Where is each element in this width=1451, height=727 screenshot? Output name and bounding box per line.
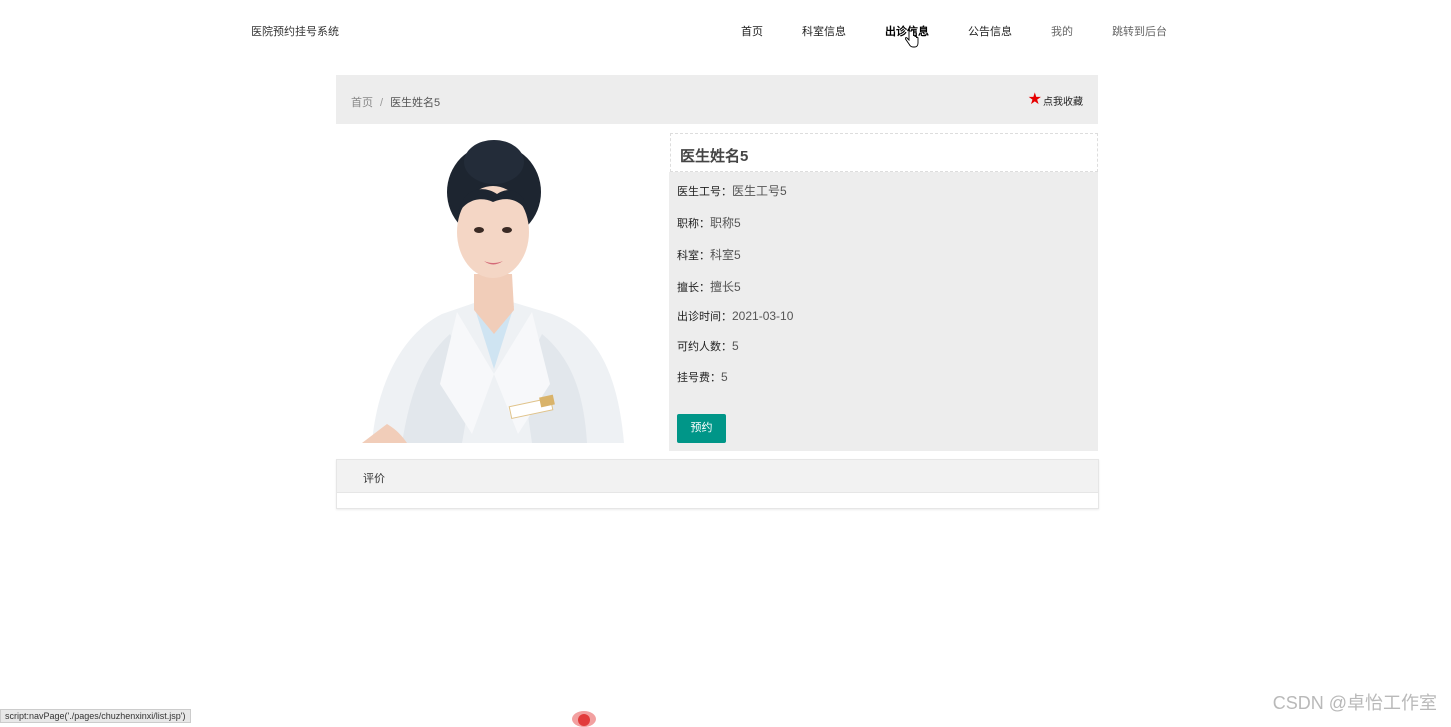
review-title: 评价 [363,473,385,485]
site-brand[interactable]: 医院预约挂号系统 [251,23,339,39]
watermark: CSDN @卓怡工作室 [1272,693,1437,713]
nav-admin[interactable]: 跳转到后台 [1112,23,1167,39]
star-icon: ★ [1027,91,1042,108]
breadcrumb-bar: 首页 / 医生姓名5 ★ 点我收藏 [336,75,1098,124]
breadcrumb: 首页 / 医生姓名5 [351,94,440,110]
field-department: 科室：科室5 [677,246,741,263]
doctor-photo [362,134,627,443]
review-card: 评价 [336,459,1099,509]
field-fee: 挂号费：5 [677,369,728,385]
top-nav: 首页 科室信息 出诊信息 公告信息 我的 跳转到后台 [741,23,1206,39]
field-label: 擅长： [677,282,710,294]
nav-announcements[interactable]: 公告信息 [968,23,1012,39]
field-value: 医生工号5 [732,184,787,198]
field-label: 科室： [677,250,710,262]
doctor-name: 医生姓名5 [680,148,749,165]
floating-record-icon [572,711,596,727]
breadcrumb-current: 医生姓名5 [390,97,441,109]
field-value: 5 [732,339,739,353]
field-capacity: 可约人数：5 [677,338,739,354]
field-label: 可约人数： [677,341,732,353]
doctor-title-box: 医生姓名5 [670,133,1098,172]
field-label: 医生工号： [677,186,732,198]
field-schedule-time: 出诊时间：2021-03-10 [677,308,793,324]
doctor-info-panel: 医生工号：医生工号5 职称：职称5 科室：科室5 擅长：擅长5 出诊时间：202… [669,172,1098,451]
field-title: 职称：职称5 [677,214,741,231]
field-label: 职称： [677,218,710,230]
nav-departments[interactable]: 科室信息 [802,23,846,39]
review-header: 评价 [337,460,1098,493]
book-button[interactable]: 预约 [677,414,726,443]
field-specialty: 擅长：擅长5 [677,278,741,295]
field-doctor-id: 医生工号：医生工号5 [677,182,787,199]
field-value: 科室5 [710,248,741,262]
favorite-button[interactable]: ★ 点我收藏 [1028,92,1083,108]
breadcrumb-separator: / [380,97,384,109]
field-value: 擅长5 [710,280,741,294]
field-label: 出诊时间： [677,311,732,323]
breadcrumb-home[interactable]: 首页 [351,97,373,109]
field-value: 职称5 [710,216,741,230]
favorite-label: 点我收藏 [1043,96,1083,108]
browser-status-bar: script:navPage('./pages/chuzhenxinxi/lis… [0,709,191,723]
field-value: 5 [721,370,728,384]
field-value: 2021-03-10 [732,309,794,323]
nav-home[interactable]: 首页 [741,23,763,39]
field-label: 挂号费： [677,372,721,384]
nav-mine[interactable]: 我的 [1051,23,1073,39]
hand-cursor-icon [905,30,919,48]
